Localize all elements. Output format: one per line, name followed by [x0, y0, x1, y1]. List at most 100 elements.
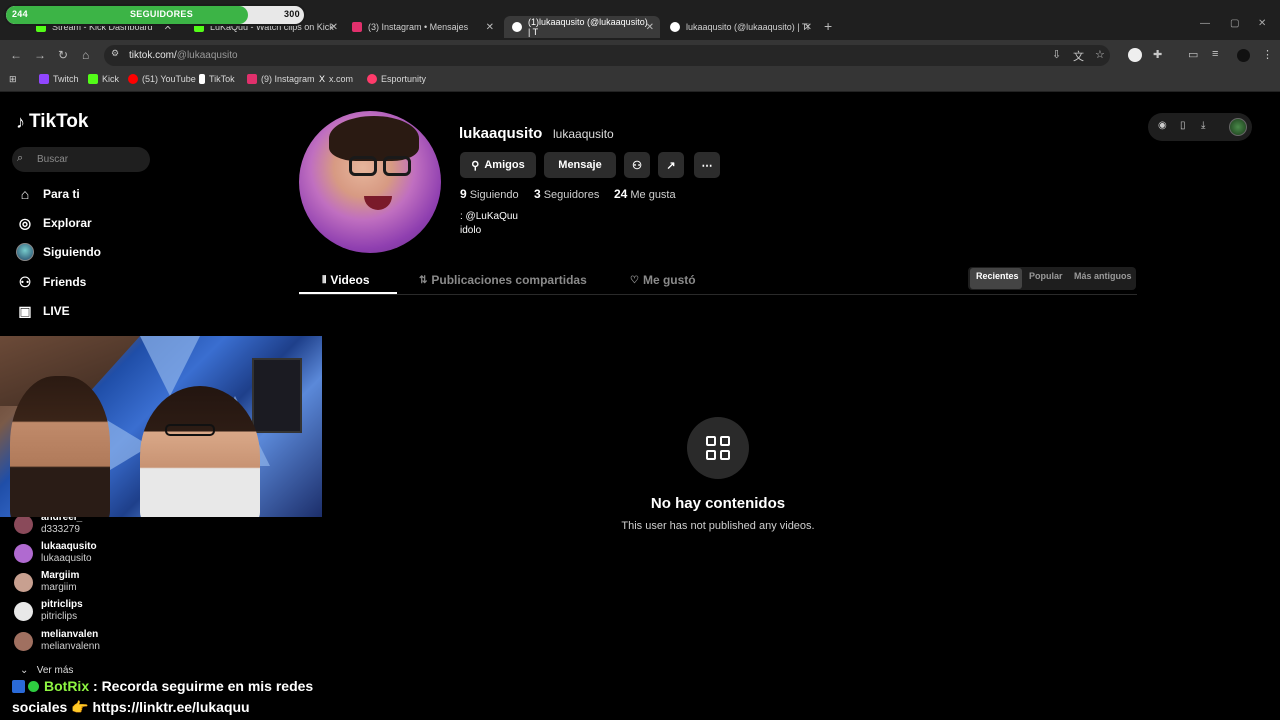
followers-stat[interactable]: 3 Seguidores [534, 187, 599, 201]
profile-display-name: lukaaqusito [459, 125, 543, 142]
bookmark-esportunity[interactable]: Esportunity [367, 74, 426, 84]
following-account-lukaaqusito[interactable]: lukaaqusito lukaaqusito [14, 541, 97, 565]
tab-liked[interactable]: ♡ Me gustó [630, 273, 696, 287]
suggest-user-button[interactable]: ⚇ [624, 152, 650, 178]
chevron-down-icon: ⌄ [20, 665, 29, 676]
youtube-icon [128, 74, 138, 84]
following-account-melianvalen[interactable]: melianvalen melianvalenn [14, 629, 100, 653]
omnibox[interactable] [104, 45, 1110, 66]
avatar [14, 632, 33, 651]
tab-tiktok-active[interactable]: (1)lukaaqusito (@lukaaqusito) | T ✕ [504, 16, 660, 38]
sort-oldest[interactable]: Más antiguos [1074, 271, 1132, 281]
live-icon: ▣ [18, 302, 32, 319]
cast-icon[interactable]: ▭ [1188, 48, 1198, 61]
bookmark-kick[interactable]: Kick [88, 74, 119, 84]
chat-username: BotRix [44, 678, 90, 694]
empty-state-title: No hay contenidos [650, 495, 786, 512]
webcam-overlay [0, 336, 322, 517]
tab-videos[interactable]: ⦀ Videos [322, 273, 370, 287]
close-icon[interactable]: ✕ [330, 22, 338, 33]
download-icon[interactable]: ⤓ [1201, 120, 1205, 131]
x-icon: X [319, 74, 326, 84]
tiktok-icon [199, 74, 205, 84]
follower-goal-current: 244 [12, 9, 28, 19]
close-icon[interactable]: ✕ [486, 22, 494, 33]
tab-tiktok[interactable]: lukaaqusito (@lukaaqusito) | Ti ✕ [662, 16, 818, 38]
forward-icon[interactable]: → [34, 48, 46, 62]
profile-username: lukaaqusito [553, 127, 614, 141]
more-options-button[interactable]: ⋯ [694, 152, 720, 178]
add-user-icon: ⚇ [632, 159, 642, 172]
avatar [14, 602, 33, 621]
bio-line: : @LuKaQuu [460, 211, 518, 222]
user-icon: ⚲ [471, 159, 480, 172]
search-placeholder: Buscar [37, 154, 69, 165]
esportunity-icon [367, 74, 377, 84]
sidebar-item-siguiendo[interactable]: Siguiendo [16, 243, 101, 261]
instagram-icon [247, 74, 257, 84]
home-icon[interactable]: ⌂ [82, 48, 89, 62]
bookmark-youtube[interactable]: (51) YouTube [128, 74, 196, 84]
follower-goal-target: 300 [284, 9, 300, 19]
sidebar-item-explorar[interactable]: ◎ Explorar [16, 214, 92, 232]
close-icon[interactable]: ✕ [804, 22, 812, 33]
user-avatar[interactable] [1229, 118, 1247, 136]
tab-instagram[interactable]: (3) Instagram • Mensajes ✕ [344, 16, 500, 38]
install-icon[interactable]: ⇩ [1052, 48, 1061, 61]
close-icon[interactable]: ✕ [646, 22, 654, 33]
window-close-icon[interactable]: ✕ [1258, 18, 1266, 29]
twitch-icon [39, 74, 49, 84]
maximize-icon[interactable]: ▢ [1230, 18, 1239, 29]
following-account-pitriclips[interactable]: pitriclips pitriclips [14, 599, 83, 623]
sort-popular[interactable]: Popular [1029, 271, 1063, 281]
media-icon[interactable]: ≡ [1212, 48, 1218, 60]
bot-badge-icon [12, 680, 25, 693]
friends-button[interactable]: ⚲ Amigos [460, 152, 536, 178]
tiktok-icon [670, 22, 680, 32]
sidebar-item-friends[interactable]: ⚇ Friends [16, 273, 87, 291]
tiktok-logo[interactable]: ♪ TikTok [16, 111, 88, 133]
coin-icon[interactable]: ◉ [1158, 120, 1167, 131]
following-account-margiim[interactable]: Margiim margiim [14, 570, 79, 594]
menu-dots-icon[interactable]: ⋮ [1262, 48, 1273, 61]
sort-recent[interactable]: Recientes [976, 271, 1019, 281]
following-stat[interactable]: 9 Siguiendo [460, 187, 519, 201]
share-icon: ↗ [666, 159, 676, 172]
tab-reposts[interactable]: ⇅ Publicaciones compartidas [419, 273, 587, 287]
bio-line: idolo [460, 225, 482, 236]
new-tab-icon[interactable]: + [824, 18, 832, 34]
more-dots-icon: ⋯ [701, 159, 713, 172]
empty-grid-icon [687, 417, 749, 479]
share-button[interactable]: ↗ [658, 152, 684, 178]
reload-icon[interactable]: ↻ [58, 48, 68, 62]
bookmark-twitch[interactable]: Twitch [39, 74, 79, 84]
heart-icon: ♡ [630, 274, 639, 286]
extension-icon[interactable] [1128, 48, 1142, 62]
site-info-icon[interactable]: ⚙ [111, 48, 119, 59]
bookmark-tiktok[interactable]: TikTok [199, 74, 235, 84]
sidebar-item-live[interactable]: ▣ LIVE [16, 302, 69, 320]
repost-icon: ⇅ [419, 274, 428, 286]
grid-icon: ⦀ [322, 274, 327, 286]
follower-goal-bar: 244 SEGUIDORES 300 [4, 4, 306, 26]
url-text[interactable]: tiktok.com/@lukaaqusito [129, 50, 238, 61]
compass-icon: ◎ [18, 214, 32, 231]
phone-icon[interactable]: ▯ [1180, 120, 1186, 131]
bookmark-instagram[interactable]: (9) Instagram [247, 74, 315, 84]
see-more-button[interactable]: ⌄ Ver más [20, 665, 73, 676]
bookmark-star-icon[interactable]: ☆ [1095, 48, 1105, 61]
translate-icon[interactable]: 文 [1073, 48, 1084, 64]
avatar [14, 573, 33, 592]
puzzle-icon[interactable]: ✚ [1153, 48, 1162, 61]
message-button[interactable]: Mensaje [544, 152, 616, 178]
minimize-icon[interactable]: — [1200, 18, 1210, 29]
tiktok-icon [512, 22, 522, 32]
search-input[interactable] [12, 147, 150, 172]
sidebar-item-para-ti[interactable]: ⌂ Para ti [16, 185, 80, 203]
bookmark-x[interactable]: Xx.com [319, 74, 353, 84]
back-icon[interactable]: ← [10, 48, 22, 62]
apps-grid-icon[interactable]: ⊞ [9, 74, 17, 85]
likes-stat: 24 Me gusta [614, 187, 676, 201]
tabs-divider [299, 294, 1137, 295]
profile-avatar-icon[interactable] [1237, 49, 1250, 62]
